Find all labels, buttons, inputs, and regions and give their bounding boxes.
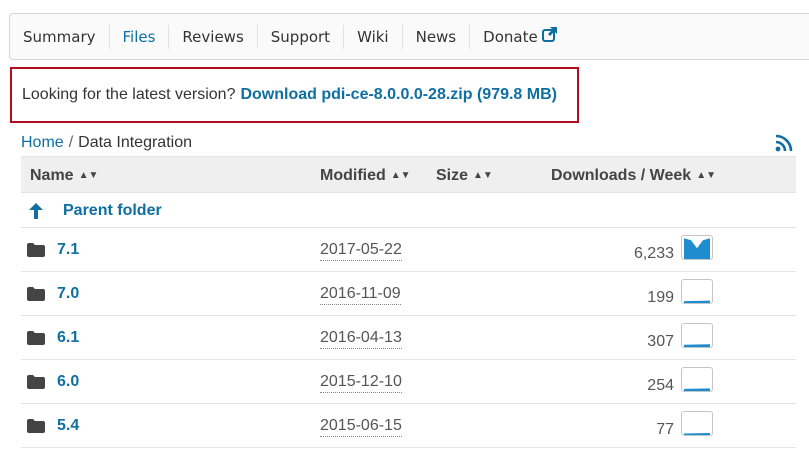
folder-icon xyxy=(27,243,45,257)
folder-name: 6.1 xyxy=(57,329,80,346)
sparkline-area xyxy=(684,238,710,259)
column-header-label: Name xyxy=(30,167,74,184)
parent-folder-link[interactable]: Parent folder xyxy=(27,193,162,228)
folder-name: 6.0 xyxy=(57,373,80,390)
downloads-sparkline[interactable] xyxy=(681,323,713,348)
downloads-count: 307 xyxy=(647,333,674,350)
table-row: 6.1 2016-04-13 307 xyxy=(21,316,796,360)
folder-name: 5.4 xyxy=(57,417,80,434)
sparkline-area xyxy=(684,300,710,303)
folder-icon xyxy=(27,375,45,389)
sparkline-chart xyxy=(684,300,710,303)
sparkline-area xyxy=(684,433,710,435)
downloads-count: 77 xyxy=(656,421,674,438)
table-body: 7.1 2017-05-22 6,233 7.0 2016-11-09 199 6.1 201… xyxy=(21,228,796,448)
sparkline-chart xyxy=(684,388,710,391)
modified-date: 2016-11-09 xyxy=(320,284,401,305)
sort-updown-icon: ▲▼ xyxy=(696,170,716,181)
external-link-icon xyxy=(541,25,558,49)
tab-label: Donate xyxy=(483,27,538,46)
column-header-label: Modified xyxy=(320,167,386,184)
table-row: 5.4 2015-06-15 77 xyxy=(21,404,796,448)
folder-link[interactable]: 7.1 xyxy=(27,228,79,272)
folder-name: 7.0 xyxy=(57,285,80,302)
tab-support[interactable]: Support xyxy=(258,24,345,49)
downloads-count: 199 xyxy=(647,289,674,306)
sort-updown-icon: ▲▼ xyxy=(78,170,99,181)
tab-label: Support xyxy=(270,27,331,46)
notice-text: Looking for the latest version? xyxy=(22,86,236,103)
parent-folder-label: Parent folder xyxy=(63,201,162,219)
folder-icon xyxy=(27,419,45,433)
downloads-sparkline[interactable] xyxy=(681,235,713,260)
tab-label: Wiki xyxy=(357,27,389,46)
column-header-modified[interactable]: Modified ▲▼ xyxy=(320,157,411,194)
downloads-count: 254 xyxy=(647,377,674,394)
sparkline-chart xyxy=(684,344,710,347)
sort-updown-icon: ▲▼ xyxy=(473,170,493,181)
column-header-name[interactable]: Name ▲▼ xyxy=(30,157,98,194)
column-header-label: Downloads / Week xyxy=(551,167,692,184)
parent-folder-row: Parent folder xyxy=(21,193,796,228)
tab-news[interactable]: News xyxy=(403,24,471,49)
modified-date: 2015-06-15 xyxy=(320,416,402,437)
modified-date: 2015-12-10 xyxy=(320,372,402,393)
breadcrumb: Home / Data Integration xyxy=(21,134,192,152)
table-row: 6.0 2015-12-10 254 xyxy=(21,360,796,404)
latest-version-notice: Looking for the latest version? Download… xyxy=(10,67,579,123)
column-header-label: Size xyxy=(436,167,469,184)
table-header: Name ▲▼ Modified ▲▼ Size ▲▼ Downloads / Wee… xyxy=(21,156,796,193)
breadcrumb-current: Data Integration xyxy=(78,134,192,151)
downloads-count: 6,233 xyxy=(633,245,674,262)
modified-date: 2016-04-13 xyxy=(320,328,402,349)
downloads-sparkline[interactable] xyxy=(681,411,713,436)
table-row: 7.0 2016-11-09 199 xyxy=(21,272,796,316)
table-row: 7.1 2017-05-22 6,233 xyxy=(21,228,796,272)
tab-label: Reviews xyxy=(182,27,244,46)
breadcrumb-home-link[interactable]: Home xyxy=(21,134,64,151)
up-arrow-icon xyxy=(29,202,43,219)
files-table: Name ▲▼ Modified ▲▼ Size ▲▼ Downloads / Wee… xyxy=(21,156,796,448)
column-header-downloads[interactable]: Downloads / Week ▲▼ xyxy=(551,157,716,194)
tab-label: News xyxy=(415,27,457,46)
downloads-sparkline[interactable] xyxy=(681,367,713,392)
project-nav-tabs: Summary Files Reviews Support Wiki News … xyxy=(9,13,809,60)
tab-reviews[interactable]: Reviews xyxy=(169,24,258,49)
column-header-size[interactable]: Size ▲▼ xyxy=(436,157,493,194)
folder-name: 7.1 xyxy=(57,241,80,258)
tab-summary[interactable]: Summary xyxy=(10,24,110,49)
folder-link[interactable]: 7.0 xyxy=(27,272,79,316)
rss-feed-icon[interactable] xyxy=(775,134,793,152)
downloads-sparkline[interactable] xyxy=(681,279,713,304)
sort-updown-icon: ▲▼ xyxy=(390,170,411,181)
sparkline-chart xyxy=(684,433,710,435)
sparkline-area xyxy=(684,388,710,391)
tab-donate[interactable]: Donate xyxy=(470,25,571,49)
tab-label: Summary xyxy=(23,27,96,46)
sparkline-chart xyxy=(684,238,710,259)
folder-link[interactable]: 6.0 xyxy=(27,360,79,404)
download-latest-link[interactable]: Download pdi-ce-8.0.0.0-28.zip (979.8 MB… xyxy=(240,86,557,104)
folder-icon xyxy=(27,331,45,345)
tab-wiki[interactable]: Wiki xyxy=(344,24,403,49)
folder-link[interactable]: 5.4 xyxy=(27,404,79,448)
folder-link[interactable]: 6.1 xyxy=(27,316,79,360)
tab-files[interactable]: Files xyxy=(110,24,170,49)
folder-icon xyxy=(27,287,45,301)
breadcrumb-separator: / xyxy=(68,134,74,151)
sparkline-area xyxy=(684,344,710,347)
modified-date: 2017-05-22 xyxy=(320,240,402,261)
tab-label: Files xyxy=(122,27,156,46)
